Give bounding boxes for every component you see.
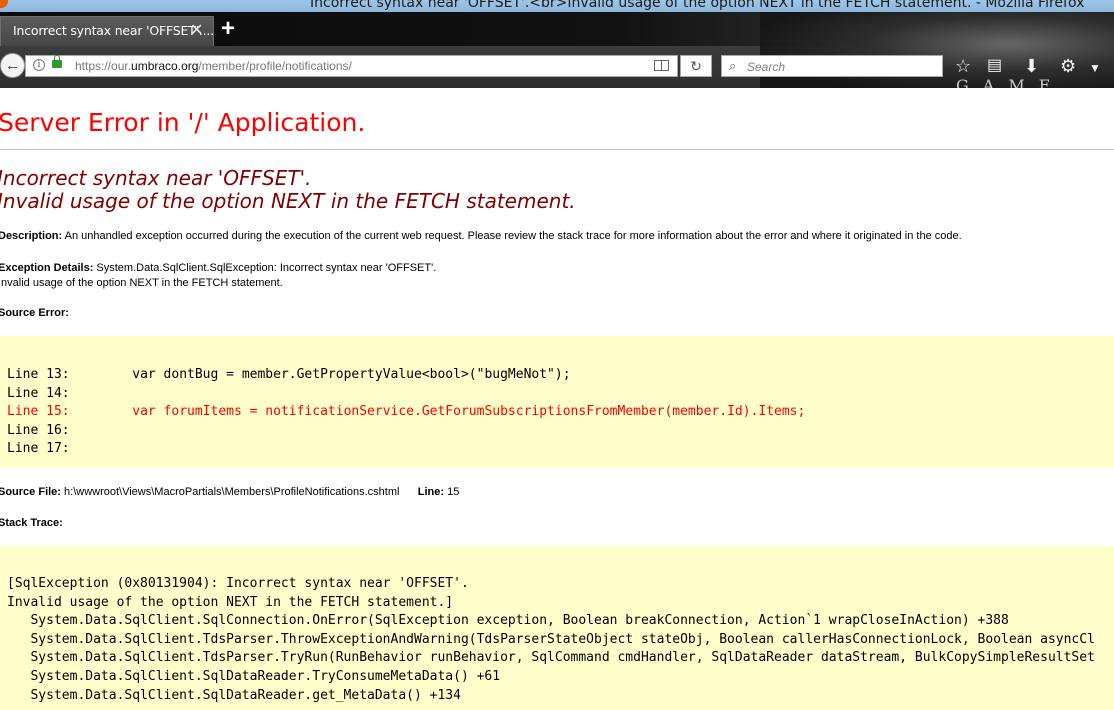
title-divider bbox=[0, 149, 1114, 150]
tab-title: Incorrect syntax near 'OFFSET'.... bbox=[13, 23, 214, 38]
source-line-code: var forumItems = notificationService.Get… bbox=[100, 404, 806, 420]
firefox-logo-icon bbox=[0, 0, 8, 8]
settings-icon[interactable]: ⚙ bbox=[1060, 56, 1076, 76]
theme-logo: GAME OF bbox=[956, 76, 1065, 88]
page-content: Server Error in '/' Application. Incorre… bbox=[0, 88, 1114, 710]
source-line-number: Line 14: bbox=[7, 385, 70, 401]
back-arrow-icon: ← bbox=[5, 57, 20, 74]
stack-trace-box: [SqlException (0x80131904): Incorrect sy… bbox=[0, 546, 1114, 710]
bookmark-star-icon[interactable]: ☆ bbox=[955, 56, 971, 76]
exception-text: System.Data.SqlClient.SqlException: Inco… bbox=[93, 262, 437, 274]
info-icon[interactable]: i bbox=[33, 59, 45, 71]
back-button[interactable]: ← bbox=[0, 53, 25, 78]
source-line: Line 17: bbox=[7, 440, 805, 459]
source-error-label: Source Error: bbox=[0, 307, 69, 319]
search-placeholder: Search bbox=[747, 60, 786, 74]
reload-icon: ↻ bbox=[690, 58, 702, 74]
line-label: Line: bbox=[417, 486, 445, 498]
description-text: An unhandled exception occurred during t… bbox=[62, 230, 962, 242]
line-value: 15 bbox=[444, 486, 460, 498]
lock-icon[interactable] bbox=[52, 55, 62, 68]
close-tab-icon[interactable]: ✕ bbox=[190, 20, 203, 40]
error-line-1: Incorrect syntax near 'OFFSET'. bbox=[0, 166, 312, 190]
stack-trace-line: System.Data.SqlClient.SqlDataReader.get_… bbox=[7, 687, 461, 703]
search-icon: ⌕ bbox=[729, 58, 737, 73]
source-line: Line 13: var dontBug = member.GetPropert… bbox=[7, 366, 805, 385]
stack-trace-line: System.Data.SqlClient.SqlDataReader.TryC… bbox=[7, 668, 501, 684]
search-bar[interactable]: ⌕ Search bbox=[721, 55, 943, 77]
window-titlebar: Incorrect syntax near 'OFFSET'.<br>Inval… bbox=[0, 0, 1114, 12]
stack-trace-line: System.Data.SqlClient.TdsParser.TryRun(R… bbox=[7, 650, 1095, 666]
source-line-code: var dontBug = member.GetPropertyValue<bo… bbox=[100, 367, 571, 382]
exception-section: Exception Details: System.Data.SqlClient… bbox=[0, 261, 436, 291]
url-bar[interactable]: i https://our.umbraco.org/member/profile… bbox=[25, 55, 678, 77]
reader-view-icon[interactable] bbox=[654, 60, 669, 71]
tab-active[interactable]: Incorrect syntax near 'OFFSET'.... ✕ bbox=[0, 16, 214, 46]
exception-text-line2: Invalid usage of the option NEXT in the … bbox=[0, 277, 283, 289]
stack-trace-block: [SqlException (0x80131904): Incorrect sy… bbox=[7, 575, 1095, 705]
error-message: Incorrect syntax near 'OFFSET'. Invalid … bbox=[0, 167, 576, 213]
download-icon[interactable]: ⬇ bbox=[1024, 56, 1039, 76]
stack-trace-line: System.Data.SqlClient.SqlConnection.OnEr… bbox=[7, 613, 1009, 629]
description-section: Description: An unhandled exception occu… bbox=[0, 230, 962, 242]
url-text[interactable]: https://our.umbraco.org/member/profile/n… bbox=[75, 59, 352, 73]
source-file-section: Source File: h:\wwwroot\Views\MacroParti… bbox=[0, 486, 459, 498]
source-line-number: Line 17: bbox=[7, 441, 70, 457]
tab-strip: Incorrect syntax near 'OFFSET'.... ✕ + bbox=[0, 12, 1114, 46]
source-line: Line 16: bbox=[7, 422, 805, 441]
source-line-number: Line 13: bbox=[7, 367, 70, 382]
source-file-path: h:\wwwroot\Views\MacroPartials\Members\P… bbox=[60, 486, 400, 498]
page-title: Server Error in '/' Application. bbox=[0, 108, 366, 137]
theme-background bbox=[760, 12, 1114, 46]
description-label: Description: bbox=[0, 230, 63, 242]
source-line: Line 15: var forumItems = notificationSe… bbox=[7, 403, 805, 422]
reload-button[interactable]: ↻ bbox=[680, 55, 712, 77]
stack-trace-label: Stack Trace: bbox=[0, 517, 63, 529]
exception-label: Exception Details: bbox=[0, 262, 94, 274]
source-line-number: Line 16: bbox=[7, 422, 70, 438]
reading-list-icon[interactable]: ▤ bbox=[987, 56, 1002, 76]
error-line-2: Invalid usage of the option NEXT in the … bbox=[0, 189, 576, 213]
stack-trace-line: [SqlException (0x80131904): Incorrect sy… bbox=[7, 576, 469, 591]
source-line-number: Line 15: bbox=[7, 404, 70, 420]
stack-trace-line: Invalid usage of the option NEXT in the … bbox=[7, 594, 454, 610]
overflow-menu-icon[interactable]: ▼ bbox=[1089, 58, 1101, 78]
window-title: Incorrect syntax near 'OFFSET'.<br>Inval… bbox=[310, 0, 1085, 11]
stack-trace-line: System.Data.SqlClient.TdsParser.ThrowExc… bbox=[7, 631, 1095, 647]
new-tab-button[interactable]: + bbox=[221, 16, 235, 42]
navigation-toolbar: ← i https://our.umbraco.org/member/profi… bbox=[0, 46, 1114, 88]
source-code-block: Line 13: var dontBug = member.GetPropert… bbox=[7, 366, 805, 459]
source-file-label: Source File: bbox=[0, 486, 61, 498]
source-line: Line 14: bbox=[7, 385, 805, 404]
source-error-box: Line 13: var dontBug = member.GetPropert… bbox=[0, 336, 1114, 468]
